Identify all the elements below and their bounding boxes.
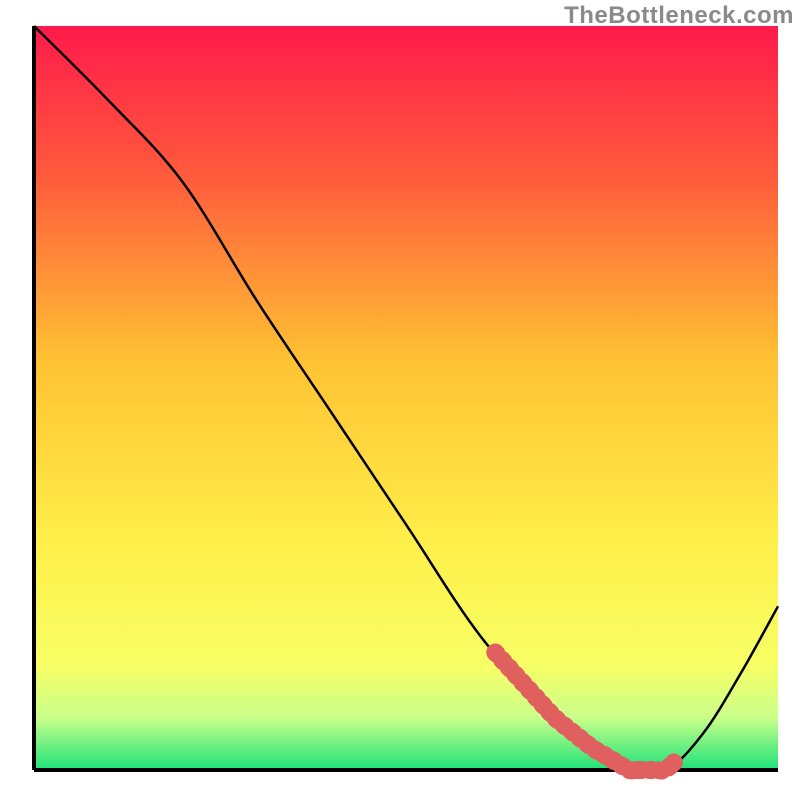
chart-frame: TheBottleneck.com	[0, 0, 800, 800]
highlight-dot	[665, 754, 683, 772]
highlight-dot	[643, 761, 661, 779]
chart-svg	[0, 0, 800, 800]
